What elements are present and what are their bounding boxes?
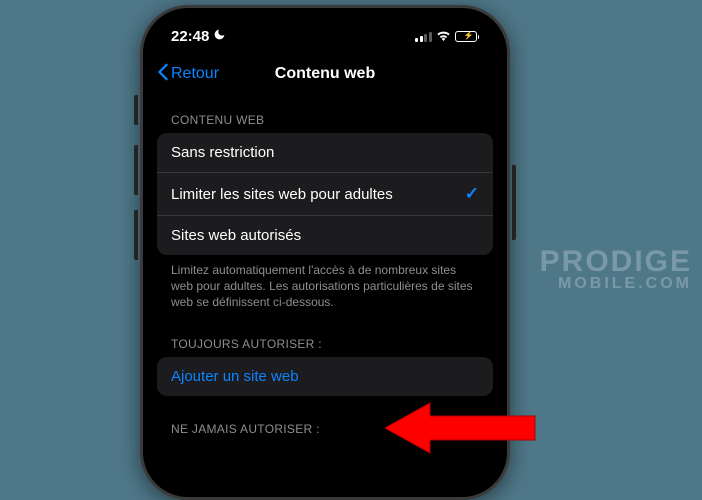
back-label: Retour	[171, 65, 219, 83]
phone-volume-down	[134, 210, 138, 260]
checkmark-icon: ✓	[465, 184, 479, 204]
option-label: Sans restriction	[171, 144, 274, 161]
back-button[interactable]: Retour	[157, 63, 219, 86]
section-header-jamais-autoriser: NE JAMAIS AUTORISER :	[157, 422, 493, 442]
dynamic-island	[265, 13, 385, 43]
always-allow-list: Ajouter un site web	[157, 357, 493, 396]
add-website-button[interactable]: Ajouter un site web	[157, 357, 493, 396]
option-limiter-adultes[interactable]: Limiter les sites web pour adultes ✓	[157, 173, 493, 216]
signal-icon	[415, 31, 432, 42]
navigation-bar: Retour Contenu web	[143, 53, 507, 95]
section-footer-text: Limitez automatiquement l'accès à de nom…	[157, 255, 493, 311]
moon-icon	[213, 28, 226, 45]
phone-frame: 22:48 ⚡ Retour	[140, 5, 510, 500]
chevron-left-icon	[157, 63, 169, 86]
phone-volume-up	[134, 145, 138, 195]
add-website-label: Ajouter un site web	[171, 368, 299, 385]
option-label: Limiter les sites web pour adultes	[171, 186, 393, 203]
option-sites-autorises[interactable]: Sites web autorisés	[157, 216, 493, 255]
section-header-contenu-web: CONTENU WEB	[157, 113, 493, 133]
status-time: 22:48	[171, 28, 209, 45]
battery-icon: ⚡	[455, 31, 480, 42]
restriction-options-list: Sans restriction Limiter les sites web p…	[157, 133, 493, 255]
phone-side-button	[134, 95, 138, 125]
option-label: Sites web autorisés	[171, 227, 301, 244]
section-header-toujours-autoriser: TOUJOURS AUTORISER :	[157, 337, 493, 357]
option-sans-restriction[interactable]: Sans restriction	[157, 133, 493, 173]
watermark: PRODIGE MOBILE.COM	[540, 245, 692, 293]
wifi-icon	[436, 28, 451, 46]
page-title: Contenu web	[275, 65, 375, 83]
phone-power-button	[512, 165, 516, 240]
